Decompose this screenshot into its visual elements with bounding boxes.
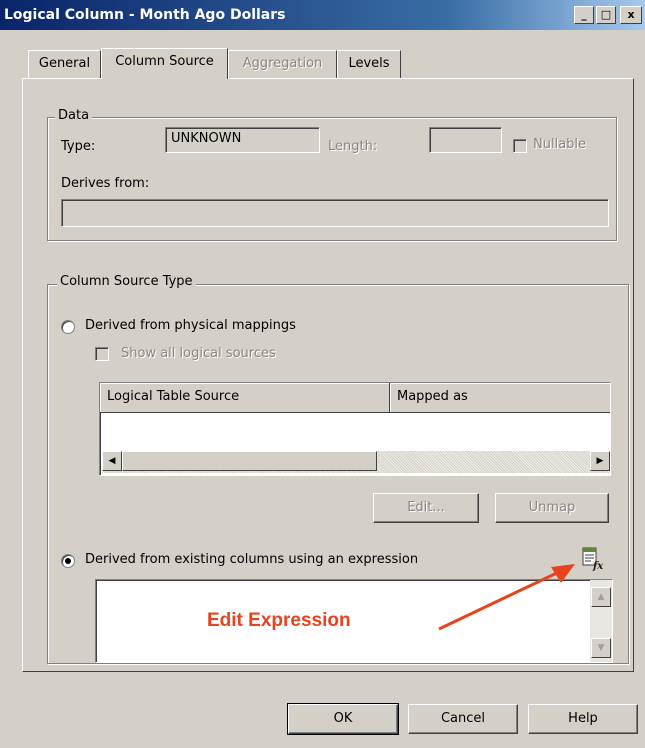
nullable-label: Nullable — [533, 137, 587, 152]
scroll-left-button[interactable]: ◀ — [102, 451, 122, 471]
dialog-window: Logical Column - Month Ago Dollars _ □ x… — [0, 0, 645, 748]
nullable-checkbox — [513, 139, 527, 153]
physical-mappings-label[interactable]: Derived from physical mappings — [85, 318, 296, 333]
show-all-sources-label: Show all logical sources — [121, 346, 276, 361]
scroll-down-button[interactable]: ▼ — [591, 638, 611, 658]
grid-header-mapped-as[interactable]: Mapped as — [390, 383, 610, 413]
grid-header-logical-table-source[interactable]: Logical Table Source — [100, 383, 390, 413]
show-all-sources-checkbox — [95, 347, 109, 361]
tab-levels[interactable]: Levels — [337, 50, 401, 78]
derives-from-label: Derives from: — [61, 176, 150, 191]
cancel-button[interactable]: Cancel — [408, 704, 518, 734]
column-source-type-title: Column Source Type — [57, 274, 196, 289]
callout-arrow-icon — [438, 564, 575, 631]
edit-expression-callout: Edit Expression — [207, 610, 351, 631]
radio-selected-dot — [65, 558, 71, 564]
maximize-button[interactable]: □ — [596, 6, 616, 24]
type-label: Type: — [61, 139, 96, 154]
edit-button: Edit... — [373, 493, 479, 523]
close-button[interactable]: x — [620, 6, 642, 24]
svg-text:fx: fx — [592, 561, 603, 571]
title-bar[interactable]: Logical Column - Month Ago Dollars _ □ x — [0, 0, 645, 30]
minimize-button[interactable]: _ — [574, 6, 594, 24]
expression-label[interactable]: Derived from existing columns using an e… — [85, 552, 418, 567]
grid-horizontal-scrollbar[interactable]: ◀ ▶ — [102, 451, 610, 473]
expression-radio[interactable] — [61, 554, 75, 568]
scroll-thumb[interactable] — [122, 451, 377, 471]
physical-mappings-radio[interactable] — [61, 320, 75, 334]
tab-general[interactable]: General — [28, 50, 101, 78]
tab-panel: Data Type: UNKNOWN Length: Nullable Deri… — [22, 78, 634, 672]
scroll-up-button[interactable]: ▲ — [591, 587, 611, 607]
tab-column-source[interactable]: Column Source — [101, 48, 228, 79]
unmap-button: Unmap — [495, 493, 609, 523]
type-field: UNKNOWN — [165, 127, 320, 153]
ok-button[interactable]: OK — [287, 703, 399, 735]
length-label: Length: — [328, 139, 378, 154]
data-group-title: Data — [55, 108, 93, 123]
length-field — [429, 127, 502, 153]
scroll-right-button[interactable]: ▶ — [590, 451, 610, 471]
help-button[interactable]: Help — [528, 704, 638, 734]
expression-vertical-scrollbar[interactable]: ▲ ▼ — [590, 580, 612, 662]
derives-from-field — [61, 199, 609, 227]
logical-sources-grid[interactable]: Logical Table Source Mapped as ◀ ▶ — [99, 382, 611, 476]
tab-aggregation: Aggregation — [228, 50, 337, 78]
window-title: Logical Column - Month Ago Dollars — [4, 7, 286, 23]
